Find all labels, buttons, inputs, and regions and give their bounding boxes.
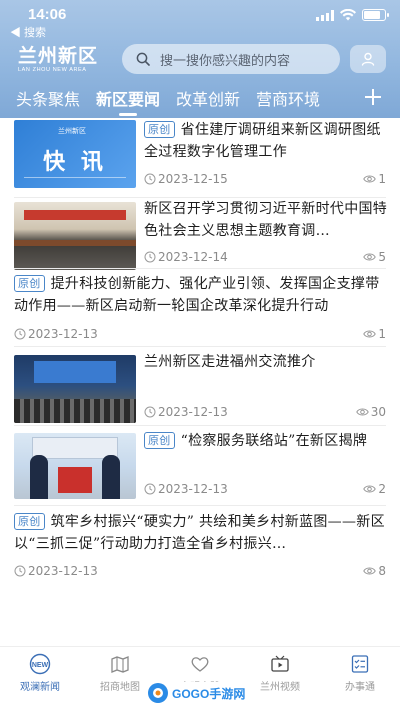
news-title: 原创 “检察服务联络站”在新区揭牌: [144, 430, 388, 452]
add-channel-plus-icon[interactable]: [362, 84, 384, 110]
nav-label: 办事通: [345, 682, 375, 693]
news-date: 2023-12-13: [144, 405, 228, 419]
news-item[interactable]: 原创 提升科技创新能力、强化产业引领、发挥国企支撑带动作用——新区启动新一轮国企改…: [0, 271, 400, 346]
tab-headline-focus[interactable]: 头条聚焦: [16, 86, 80, 110]
news-thumbnail-meeting: [14, 202, 136, 270]
news-title: 原创 省住建厅调研组来新区调研图纸全过程数字化管理工作: [144, 121, 381, 160]
news-views: 1: [363, 327, 386, 341]
news-date: 2023-12-15: [144, 172, 228, 186]
divider: [14, 268, 386, 269]
eye-icon: [363, 175, 377, 183]
news-item[interactable]: 原创 “检察服务联络站”在新区揭牌 2023-12-13 2: [0, 430, 400, 508]
news-title: 原创 提升科技创新能力、强化产业引领、发挥国企支撑带动作用——新区启动新一轮国企改…: [14, 275, 380, 314]
watermark-logo: GOGO手游网: [147, 682, 257, 704]
back-to-search-link[interactable]: ◀ 搜索: [10, 24, 46, 40]
original-tag: 原创: [14, 513, 45, 530]
clock-icon: [144, 173, 156, 185]
clock-icon: [144, 483, 156, 495]
nav-label: 观澜新闻: [20, 682, 60, 693]
original-tag: 原创: [144, 121, 175, 138]
divider: [14, 425, 386, 426]
video-icon: [271, 655, 289, 672]
nav-item-news[interactable]: NEW 观澜新闻: [0, 653, 80, 693]
news-thumbnail-flash: 兰州新区 快 讯: [14, 120, 136, 188]
news-date: 2023-12-13: [14, 327, 98, 341]
news-views: 30: [355, 405, 386, 419]
thumb-flash-text: 快 讯: [43, 149, 107, 175]
logo-text-cn: 兰州新区: [18, 45, 99, 67]
news-views: 1: [363, 172, 386, 186]
cellular-signal-icon: [316, 9, 334, 21]
wifi-icon: [340, 9, 356, 21]
news-date: 2023-12-13: [144, 482, 228, 496]
heart-icon: [191, 657, 209, 672]
watermark-text: GOGO手游网: [172, 686, 246, 701]
original-tag: 原创: [14, 275, 45, 292]
map-icon: [111, 656, 129, 673]
app-logo: 兰州新区 LAN ZHOU NEW AREA: [18, 46, 100, 74]
svg-text:NEW: NEW: [32, 662, 49, 669]
divider: [14, 346, 386, 347]
thumb-badge: 兰州新区: [58, 127, 86, 135]
clock-icon: [144, 251, 156, 263]
clock-icon: [14, 565, 26, 577]
category-tabs: 头条聚焦 新区要闻 改革创新 营商环境: [0, 82, 400, 114]
checklist-icon: [351, 655, 369, 673]
eye-icon: [363, 485, 377, 493]
news-thumbnail-ceremony: [14, 433, 136, 499]
news-views: 8: [363, 564, 386, 578]
news-title: 兰州新区走进福州交流推介: [144, 354, 316, 370]
user-icon: [361, 52, 375, 66]
search-placeholder: 搜一搜你感兴趣的内容: [160, 53, 291, 69]
search-icon: [136, 52, 150, 66]
search-bar[interactable]: 搜一搜你感兴趣的内容: [122, 44, 340, 74]
status-time: 14:06: [28, 6, 67, 23]
news-views: 2: [363, 482, 386, 496]
news-item[interactable]: 兰州新区 快 讯 原创 省住建厅调研组来新区调研图纸全过程数字化管理工作 2023…: [0, 118, 400, 194]
logo-text-en: LAN ZHOU NEW AREA: [18, 67, 87, 73]
app-header: 14:06 ◀ 搜索 兰州新区 LAN ZHOU NEW AREA 搜一搜你感兴…: [0, 0, 400, 118]
news-item[interactable]: 原创 筑牢乡村振兴“硬实力” 共绘和美乡村新蓝图——新区以“三抓三促”行动助力打造…: [0, 510, 400, 590]
news-title: 原创 筑牢乡村振兴“硬实力” 共绘和美乡村新蓝图——新区以“三抓三促”行动助力打造…: [14, 513, 385, 552]
status-icons: [316, 9, 389, 21]
new-badge-icon: NEW: [29, 653, 51, 675]
eye-icon: [363, 253, 377, 261]
user-profile-button[interactable]: [350, 45, 386, 73]
status-bar: 14:06 ◀ 搜索: [0, 0, 400, 39]
news-item[interactable]: 新区召开学习贯彻习近平新时代中国特色社会主义思想主题教育调… 2023-12-1…: [0, 198, 400, 276]
news-date: 2023-12-13: [14, 564, 98, 578]
nav-item-services[interactable]: 办事通: [320, 653, 400, 693]
original-tag: 原创: [144, 432, 175, 449]
news-date: 2023-12-14: [144, 250, 228, 264]
divider: [14, 505, 386, 506]
news-thumbnail-conference: [14, 355, 136, 423]
gamepad-icon: [148, 683, 168, 703]
tab-business-environment[interactable]: 营商环境: [256, 86, 320, 110]
battery-icon: [362, 9, 389, 21]
tab-new-area-news[interactable]: 新区要闻: [96, 86, 160, 110]
news-views: 5: [363, 250, 386, 264]
clock-icon: [14, 328, 26, 340]
news-item[interactable]: 兰州新区走进福州交流推介 2023-12-13 30: [0, 351, 400, 429]
clock-icon: [144, 406, 156, 418]
tab-reform-innovation[interactable]: 改革创新: [176, 86, 240, 110]
eye-icon: [355, 408, 369, 416]
eye-icon: [363, 567, 377, 575]
eye-icon: [363, 330, 377, 338]
news-title: 新区召开学习贯彻习近平新时代中国特色社会主义思想主题教育调…: [144, 201, 388, 239]
